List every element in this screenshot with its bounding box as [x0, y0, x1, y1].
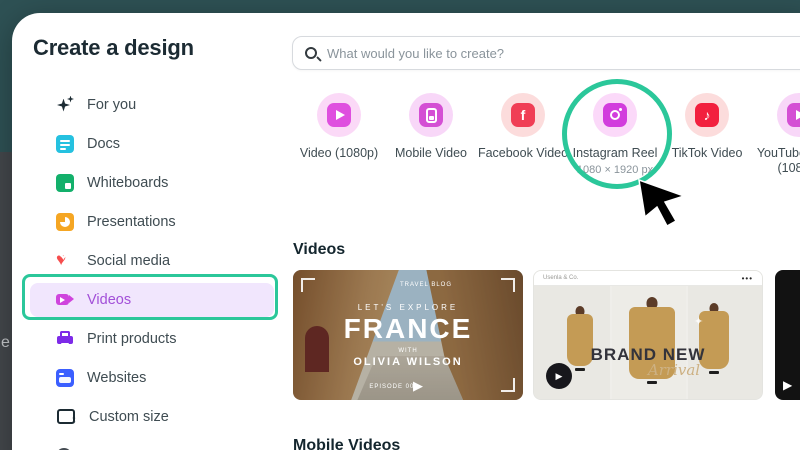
design-type-video-1080p[interactable]: Video (1080p) [293, 93, 385, 176]
sparkle-icon: ✦ [694, 316, 704, 328]
sidebar-item-label: Social media [87, 252, 171, 269]
sidebar-item-label: Whiteboards [87, 174, 169, 191]
background-partial-text: e [1, 334, 10, 351]
thumbnail-author: OLIVIA WILSON [353, 356, 463, 368]
thumbnail-with: WITH [398, 348, 418, 354]
printer-icon [56, 330, 74, 348]
design-type-row: Video (1080p) Mobile Video f Facebook Vi… [293, 93, 800, 176]
design-type-label: Mobile Video [394, 146, 468, 160]
design-type-label: Instagram Reel [572, 146, 658, 160]
video-camera-icon [56, 291, 74, 309]
search-placeholder: What would you like to create? [327, 45, 505, 61]
section-heading-mobile-videos: Mobile Videos [293, 437, 401, 450]
background-page-strip: e [0, 152, 12, 450]
thumbnail-subtitle: LET'S EXPLORE [357, 303, 459, 312]
search-icon [305, 47, 317, 59]
design-type-label: TikTok Video [671, 146, 743, 160]
play-icon: ▶ [783, 378, 793, 392]
phone-icon [419, 103, 443, 127]
sidebar-item-for-you[interactable]: For you [30, 85, 276, 124]
sidebar-item-label: For you [87, 96, 137, 113]
thumbnail-brand: Usenla & Co. [543, 275, 579, 281]
page-title: Create a design [33, 35, 194, 60]
sidebar-item-docs[interactable]: Docs [30, 124, 276, 163]
video-thumbnail-dark[interactable]: ▶ [775, 270, 800, 400]
design-type-label: Video (1080p) [299, 146, 379, 160]
thumbnail-tag: TRAVEL BLOG [399, 282, 452, 288]
search-input[interactable]: What would you like to create? [292, 36, 800, 70]
sidebar-item-websites[interactable]: Websites [30, 358, 276, 397]
music-note-icon: ♪ [695, 103, 719, 127]
ellipsis-icon: ••• [741, 273, 753, 283]
design-type-mobile-video[interactable]: Mobile Video [385, 93, 477, 176]
design-type-label: Facebook Video [477, 146, 569, 160]
create-design-modal: Create a design What would you like to c… [12, 13, 800, 450]
design-type-tiktok-video[interactable]: ♪ TikTok Video [661, 93, 753, 176]
sidebar-item-print-products[interactable]: Print products [30, 319, 276, 358]
sidebar-item-whiteboards[interactable]: Whiteboards [30, 163, 276, 202]
thumbnail-title: FRANCE [343, 313, 473, 344]
sidebar-item-videos[interactable]: Videos [30, 282, 274, 317]
design-type-instagram-reel[interactable]: Instagram Reel 1080 × 1920 px [569, 93, 661, 176]
video-thumbnail-france[interactable]: TRAVEL BLOG LET'S EXPLORE FRANCE WITH OL… [293, 270, 523, 400]
sidebar-item-label: Videos [87, 291, 132, 308]
browser-icon [56, 368, 74, 387]
sidebar-item-partial[interactable] [30, 436, 276, 450]
play-button[interactable]: ▶ [546, 363, 572, 389]
sidebar-item-label: Docs [87, 135, 121, 152]
design-type-facebook-video[interactable]: f Facebook Video [477, 93, 569, 176]
design-type-label: YouTube Video (1080p) [756, 146, 800, 175]
section-heading-videos: Videos [293, 241, 346, 258]
instagram-icon [603, 103, 627, 127]
facebook-icon: f [511, 103, 535, 127]
thumbnail-script-text: Arrival [647, 361, 701, 379]
sidebar-item-presentations[interactable]: Presentations [30, 202, 276, 241]
video-thumbnail-fashion[interactable]: Usenla & Co. ••• ✦ BRAND NEW Arrival ▶ [533, 270, 763, 400]
sidebar-item-label: Presentations [87, 213, 176, 230]
sidebar-item-label: Custom size [89, 408, 169, 425]
sidebar-item-social-media[interactable]: ♥ ♥ Social media [30, 241, 276, 280]
heart-icon: ♥ ♥ [56, 249, 67, 269]
custom-size-icon [57, 409, 77, 426]
whiteboard-icon [56, 173, 74, 192]
design-type-dimensions: 1080 × 1920 px [576, 164, 654, 176]
sidebar-item-label: Print products [87, 330, 177, 347]
sidebar-item-label: Websites [87, 369, 147, 386]
sidebar: For you Docs Whiteboards Presentations ♥… [22, 85, 278, 450]
play-icon [787, 103, 800, 127]
play-icon [327, 103, 351, 127]
sidebar-item-custom-size[interactable]: Custom size [30, 397, 276, 436]
play-icon[interactable]: ▶ [303, 378, 523, 394]
thumbnail-browser-bar: Usenla & Co. ••• [534, 271, 762, 286]
sparkle-icon [56, 95, 74, 114]
screen: e Create a design What would you like to… [0, 0, 800, 450]
presentation-icon [56, 212, 74, 231]
design-type-youtube-video[interactable]: YouTube Video (1080p) [753, 93, 800, 176]
cursor-arrow-icon [638, 179, 687, 228]
docs-icon [56, 134, 74, 153]
